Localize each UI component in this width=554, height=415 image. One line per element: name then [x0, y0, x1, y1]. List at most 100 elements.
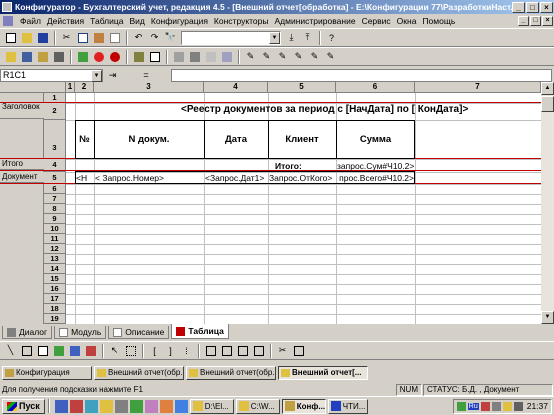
mdi-task-report-3[interactable]: Внешний отчет[... [278, 365, 368, 380]
picture-icon[interactable] [51, 343, 66, 358]
mdi-task-report-1[interactable]: Внешний отчет(обр... [94, 365, 184, 380]
merge-icon[interactable] [187, 49, 202, 64]
doc-client-cell[interactable]: Запрос.ОтКого> [269, 173, 335, 183]
cell-props-icon[interactable] [171, 49, 186, 64]
header-client-cell[interactable]: Клиент [269, 134, 335, 145]
total-label-cell[interactable]: Итого: [275, 161, 335, 171]
search-combo[interactable]: ▼ [181, 30, 281, 45]
ungroup-icon[interactable]: ] [163, 343, 178, 358]
syntax-check-icon[interactable] [75, 49, 90, 64]
ole-icon[interactable] [67, 343, 82, 358]
zoom-icon[interactable] [123, 343, 138, 358]
bracket-icon[interactable]: ⁞ [179, 343, 194, 358]
taskbar-task-configurator[interactable]: Конф... [281, 398, 326, 414]
group-icon[interactable]: [ [147, 343, 162, 358]
help-icon[interactable]: ? [324, 30, 339, 45]
tab-table[interactable]: Таблица [171, 324, 229, 339]
wizard-icon[interactable] [131, 49, 146, 64]
line-icon[interactable]: ╲ [3, 343, 18, 358]
menu-service[interactable]: Сервис [359, 16, 394, 26]
formula-input[interactable] [171, 68, 552, 82]
vertical-scrollbar[interactable]: ▲ ▼ [541, 82, 554, 324]
text-icon[interactable]: ✎ [259, 49, 274, 64]
cell-reference-field[interactable]: R1C1 ▼ [0, 68, 103, 82]
row-header[interactable]: 13 [44, 254, 66, 264]
mdi-minimize-button[interactable]: _ [518, 16, 529, 26]
menu-actions[interactable]: Действия [44, 16, 87, 26]
scroll-up-icon[interactable]: ▲ [541, 82, 554, 95]
col-header[interactable]: 1 [66, 82, 75, 93]
grid-3-icon[interactable] [235, 343, 250, 358]
border-icon[interactable]: ✎ [307, 49, 322, 64]
name-icon[interactable] [203, 49, 218, 64]
pointer-icon[interactable]: ↖ [107, 343, 122, 358]
mdi-task-configuration[interactable]: Конфигурация [2, 365, 92, 380]
row-header[interactable]: 15 [44, 274, 66, 284]
replace-icon[interactable]: ⤒ [300, 30, 315, 45]
grid-icon[interactable] [203, 343, 218, 358]
quicklaunch-icon[interactable] [84, 399, 98, 413]
row-header[interactable]: 2 [44, 103, 66, 120]
taskbar-task-explorer-d[interactable]: D:\El... [189, 398, 234, 414]
copy-icon[interactable] [75, 30, 90, 45]
col-header[interactable]: 5 [268, 82, 336, 93]
align-icon[interactable] [291, 343, 306, 358]
tab-module[interactable]: Модуль [54, 326, 107, 339]
redo-icon[interactable]: ↷ [147, 30, 162, 45]
tab-dialog[interactable]: Диалог [2, 326, 53, 339]
row-header[interactable]: 17 [44, 294, 66, 304]
mdi-close-button[interactable]: × [542, 16, 553, 26]
taskbar-task-explorer-c[interactable]: C:\W... [235, 398, 280, 414]
tray-icon[interactable] [491, 401, 501, 411]
spreadsheet-grid[interactable]: 1 2 3 4 5 6 7 Заголовок Итого Документ 1… [0, 82, 541, 324]
rights-icon[interactable] [35, 49, 50, 64]
menu-file[interactable]: Файл [17, 16, 44, 26]
section-icon[interactable] [219, 49, 234, 64]
save-icon[interactable] [35, 30, 50, 45]
row-header[interactable]: 19 [44, 314, 66, 324]
interface-icon[interactable] [19, 49, 34, 64]
row-header[interactable]: 3 [44, 120, 66, 159]
mdi-restore-button[interactable]: □ [530, 16, 541, 26]
col-header[interactable]: 2 [75, 82, 94, 93]
row-header[interactable]: 18 [44, 304, 66, 314]
quicklaunch-icon[interactable] [129, 399, 143, 413]
grid-4-icon[interactable] [251, 343, 266, 358]
volume-icon[interactable] [513, 401, 523, 411]
quicklaunch-icon[interactable] [144, 399, 158, 413]
quicklaunch-icon[interactable] [174, 399, 188, 413]
taskbar-task-word[interactable]: ЧТИ... [327, 398, 368, 414]
find-next-icon[interactable]: ⤓ [284, 30, 299, 45]
total-value-cell[interactable]: запрос.Сум#Ч10.2> [337, 161, 414, 171]
properties-icon[interactable] [147, 49, 162, 64]
col-header[interactable]: 3 [94, 82, 204, 93]
row-header[interactable]: 6 [44, 184, 66, 194]
doc-number-cell[interactable]: < Запрос.Номер> [95, 173, 203, 183]
row-header[interactable]: 12 [44, 244, 66, 254]
menu-administration[interactable]: Администрирование [272, 16, 359, 26]
format-icon[interactable]: ✎ [275, 49, 290, 64]
tray-icon[interactable] [480, 401, 490, 411]
section-label-document[interactable]: Документ [0, 172, 44, 183]
scroll-down-icon[interactable]: ▼ [541, 311, 554, 324]
quicklaunch-icon[interactable] [69, 399, 83, 413]
doc-sum-cell[interactable]: прос.Всего#Ч10.2> [337, 173, 414, 183]
menu-windows[interactable]: Окна [394, 16, 420, 26]
doc-date-cell[interactable]: <Запрос.Дат1> [205, 173, 267, 183]
doc-num-cell[interactable]: <Н [76, 173, 93, 183]
new-icon[interactable] [3, 30, 18, 45]
delete-icon[interactable] [107, 30, 122, 45]
tab-description[interactable]: Описание [108, 326, 170, 339]
menu-constructors[interactable]: Конструкторы [211, 16, 272, 26]
users-icon[interactable] [51, 49, 66, 64]
section-label-total[interactable]: Итого [0, 159, 44, 170]
header-num-cell[interactable]: № [76, 134, 93, 145]
header-doc-cell[interactable]: N докум. [95, 134, 203, 145]
find-icon[interactable]: 🔭 [163, 30, 178, 45]
open-icon[interactable] [19, 30, 34, 45]
maximize-button[interactable]: □ [526, 1, 539, 13]
row-header[interactable]: 10 [44, 224, 66, 234]
edit-mode-icon[interactable]: ✎ [243, 49, 258, 64]
tray-icon[interactable] [456, 401, 466, 411]
row-header[interactable]: 16 [44, 284, 66, 294]
